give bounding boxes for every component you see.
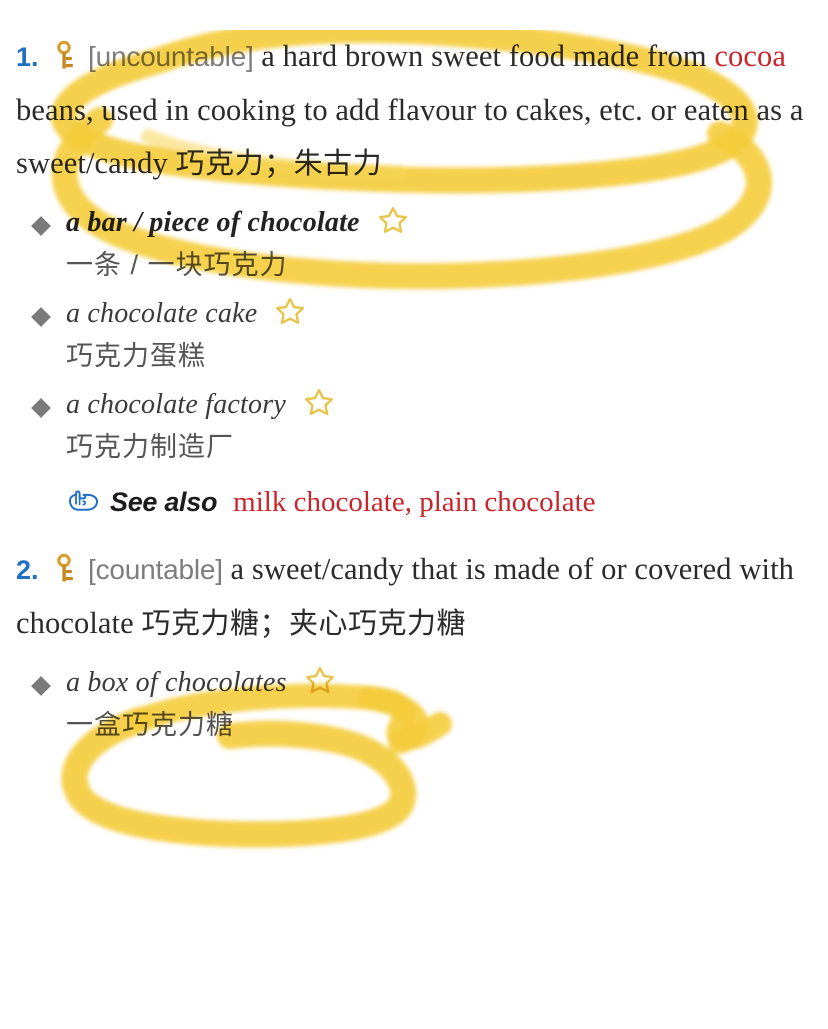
example-text-cn: 一盒巧克力糖 bbox=[66, 710, 234, 740]
example-text-cn: 一条 / 一块巧克力 bbox=[66, 250, 288, 280]
sense-1-definition-cn: 巧克力；朱古力 bbox=[175, 148, 383, 180]
example-text-cn: 巧克力蛋糕 bbox=[66, 341, 206, 371]
diamond-bullet-icon bbox=[31, 307, 51, 327]
sense-2-definition: 2. [countable] a sweet/candy that is mad… bbox=[16, 543, 828, 651]
pointing-hand-icon bbox=[66, 489, 100, 517]
example-item: a box of chocolates 一盒巧克力糖 bbox=[16, 665, 828, 742]
example-item: a chocolate cake 巧克力蛋糕 bbox=[16, 296, 828, 373]
see-also-row: See also milk chocolate, plain chocolate bbox=[16, 486, 828, 519]
example-text-en: a chocolate factory bbox=[66, 389, 286, 420]
see-also-label: See also bbox=[110, 487, 218, 517]
entry-text-layer: 1. [uncountable] a hard brown sweet food… bbox=[0, 30, 828, 742]
grammar-label-1: [uncountable] bbox=[88, 41, 254, 72]
sense-2-examples: a box of chocolates 一盒巧克力糖 bbox=[16, 665, 828, 742]
diamond-bullet-icon bbox=[31, 216, 51, 236]
diamond-bullet-icon bbox=[31, 676, 51, 696]
sense-2-definition-cn: 巧克力糖；夹心巧克力糖 bbox=[141, 608, 466, 640]
sense-block-1: 1. [uncountable] a hard brown sweet food… bbox=[0, 30, 828, 519]
sense-1-definition-en-part1: a hard brown sweet food made from bbox=[261, 39, 715, 73]
sense-1-definition-en-part2: beans, used in cooking to add flavour to… bbox=[16, 93, 804, 180]
sense-number-2: 2. bbox=[16, 555, 39, 585]
key-icon bbox=[54, 548, 74, 582]
sense-1-definition: 1. [uncountable] a hard brown sweet food… bbox=[16, 30, 828, 191]
example-item: a bar / piece of chocolate 一条 / 一块巧克力 bbox=[16, 205, 828, 282]
grammar-label-2: [countable] bbox=[88, 554, 223, 585]
star-icon[interactable] bbox=[304, 387, 334, 417]
example-text-cn: 巧克力制造厂 bbox=[66, 432, 234, 462]
sense-1-examples: a bar / piece of chocolate 一条 / 一块巧克力 a … bbox=[16, 205, 828, 464]
sense-block-2: 2. [countable] a sweet/candy that is mad… bbox=[0, 543, 828, 742]
example-text-en: a bar / piece of chocolate bbox=[66, 207, 360, 238]
star-icon[interactable] bbox=[305, 665, 335, 695]
diamond-bullet-icon bbox=[31, 398, 51, 418]
xref-cocoa[interactable]: cocoa bbox=[714, 39, 786, 73]
star-icon[interactable] bbox=[378, 205, 408, 235]
example-text-en: a box of chocolates bbox=[66, 667, 287, 698]
example-item: a chocolate factory 巧克力制造厂 bbox=[16, 387, 828, 464]
key-icon bbox=[54, 35, 74, 69]
dictionary-entry-page: 1. [uncountable] a hard brown sweet food… bbox=[0, 30, 828, 1029]
example-text-en: a chocolate cake bbox=[66, 298, 258, 329]
sense-number-1: 1. bbox=[16, 42, 39, 72]
see-also-links[interactable]: milk chocolate, plain chocolate bbox=[233, 486, 595, 518]
star-icon[interactable] bbox=[275, 296, 305, 326]
